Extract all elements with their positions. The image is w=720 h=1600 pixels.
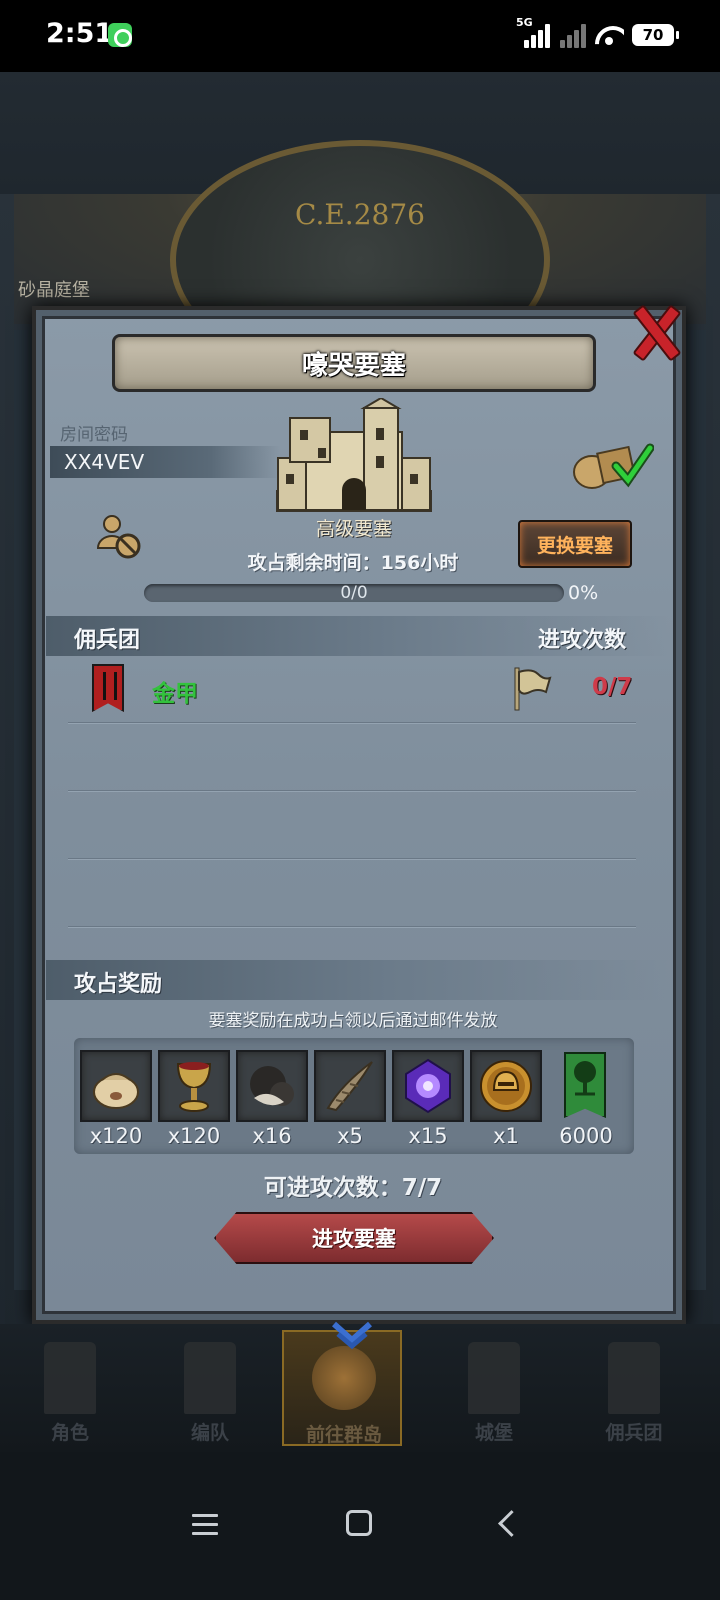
chevron-down-icon	[332, 1321, 372, 1350]
reward-qty: 6000	[559, 1124, 613, 1148]
nav-label: 角色	[50, 1422, 89, 1444]
fortress-icon	[276, 398, 432, 512]
reward-slot-truffle[interactable]	[236, 1050, 308, 1122]
reward-slot-horn[interactable]	[314, 1050, 386, 1122]
reward-slot-purple-gem[interactable]	[392, 1050, 464, 1122]
nav-item-formation[interactable]: 编队	[150, 1330, 270, 1446]
attack-count-header: 进攻次数	[538, 628, 627, 653]
nav-item-mercenary[interactable]: 佣兵团	[574, 1330, 694, 1446]
helmet-icon	[184, 1342, 236, 1414]
nav-label: 编队	[190, 1422, 229, 1444]
location-label: 砂晶庭堡	[18, 280, 90, 301]
reward-qty: x120	[89, 1124, 143, 1148]
back-icon[interactable]	[498, 1512, 516, 1536]
attack-fortress-label: 进攻要塞	[312, 1227, 396, 1251]
row-divider	[68, 926, 636, 927]
horn-icon	[326, 1061, 373, 1112]
purple-gem-icon	[405, 1058, 451, 1114]
row-divider	[68, 790, 636, 791]
compass-icon	[312, 1346, 376, 1410]
cell-signal-2-icon	[556, 22, 586, 48]
dialog-title: 嚎哭要塞	[301, 350, 406, 381]
reward-slot-sack[interactable]	[80, 1050, 152, 1122]
progress-text: 0/0	[340, 583, 368, 603]
cell-signal-icon: 5G	[516, 16, 550, 48]
reward-qty: x1	[493, 1124, 519, 1148]
flag-icon	[514, 667, 552, 711]
home-icon[interactable]	[346, 1510, 372, 1536]
room-code: XX4VEV	[64, 450, 145, 474]
reward-qty: x15	[408, 1124, 448, 1148]
fortress-level: 高级要塞	[315, 518, 392, 540]
nav-item-role[interactable]: 角色	[10, 1330, 130, 1446]
status-bar: 2:51 5G 70	[0, 0, 720, 72]
row-divider	[68, 722, 636, 723]
tree-banner-icon[interactable]	[564, 1052, 606, 1118]
wifi-icon	[594, 23, 624, 47]
mercenary-name[interactable]: 金甲	[152, 674, 198, 708]
clock: 2:51	[46, 18, 114, 49]
mercenary-attack-count: 0/7	[592, 674, 633, 700]
mercenary-header: 佣兵团	[74, 628, 141, 653]
reward-slot-goblet[interactable]	[158, 1050, 230, 1122]
attempts-remaining: 可进攻次数：7/7	[263, 1175, 443, 1201]
castle-icon	[468, 1342, 520, 1414]
nav-item-castle[interactable]: 城堡	[434, 1330, 554, 1446]
nav-label: 城堡	[474, 1422, 513, 1444]
truffle-icon	[250, 1066, 294, 1106]
room-code-label: 房间密码	[60, 425, 128, 445]
app-notification-icon	[108, 23, 132, 47]
title-banner: 嚎哭要塞	[112, 334, 596, 392]
rewards-note: 要塞奖励在成功占领以后通过邮件发放	[208, 1011, 498, 1031]
nav-label: 前往群岛	[305, 1424, 382, 1446]
recent-apps-icon[interactable]	[192, 1514, 218, 1536]
tree-glyph	[574, 1061, 596, 1096]
reward-qty: x16	[252, 1124, 292, 1148]
progress-percent: 0%	[568, 582, 599, 604]
battery-icon: 70	[632, 24, 679, 46]
rewards-header: 攻占奖励	[74, 972, 163, 997]
resource-check-icon[interactable]	[570, 436, 654, 492]
nav-label: 佣兵团	[605, 1422, 663, 1444]
reward-qty: x5	[337, 1124, 363, 1148]
knight-icon	[44, 1342, 96, 1414]
sack-icon	[93, 1073, 139, 1109]
close-icon[interactable]	[628, 304, 682, 358]
row-divider	[68, 858, 636, 859]
reward-qty: x120	[167, 1124, 221, 1148]
mercenary-icon	[608, 1342, 660, 1414]
helmet-medal-icon	[480, 1060, 532, 1112]
capture-timer: 攻占剩余时间：156小时	[247, 552, 459, 574]
status-icons: 5G 70	[516, 16, 679, 50]
goblet-icon	[176, 1062, 212, 1112]
reward-slot-helmet-medal[interactable]	[470, 1050, 542, 1122]
network-type: 5G	[516, 16, 533, 29]
attack-fortress-button[interactable]: 进攻要塞	[214, 1212, 494, 1264]
era-text: C.E.2876	[295, 198, 425, 231]
